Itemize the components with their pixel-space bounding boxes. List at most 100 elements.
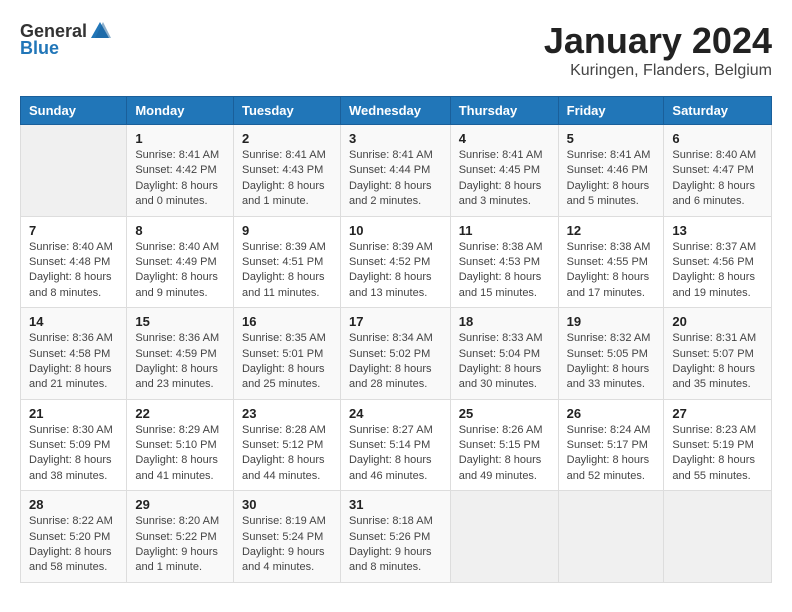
day-number: 20 (672, 314, 763, 329)
day-number: 29 (135, 497, 225, 512)
calendar-cell: 3Sunrise: 8:41 AMSunset: 4:44 PMDaylight… (340, 125, 450, 217)
calendar-cell: 22Sunrise: 8:29 AMSunset: 5:10 PMDayligh… (127, 399, 234, 491)
day-info: Sunrise: 8:41 AMSunset: 4:42 PMDaylight:… (135, 148, 225, 210)
calendar-cell: 23 Sunrise: 8:28 AMSunset: 5:12 PMDayligh… (233, 399, 340, 491)
day-number: 6 (672, 131, 763, 146)
day-info: Sunrise: 8:29 AMSunset: 5:10 PMDaylight:… (135, 423, 225, 485)
day-number: 3 (349, 131, 442, 146)
calendar-body: 1 Sunrise: 8:41 AMSunset: 4:42 PMDaylight… (21, 125, 772, 583)
location-title: Kuringen, Flanders, Belgium (544, 62, 772, 80)
day-info: Sunrise: 8:23 AMSunset: 5:19 PMDaylight:… (672, 423, 763, 485)
day-info: Sunrise: 8:31 AMSunset: 5:07 PMDaylight:… (672, 331, 763, 393)
day-number: 11 (459, 223, 550, 238)
header-sunday: Sunday (21, 97, 127, 125)
day-info: Sunrise: 8:40 AMSunset: 4:48 PMDaylight:… (29, 240, 118, 302)
day-number: 30 (242, 497, 332, 512)
day-info: Sunrise: 8:18 AMSunset: 5:26 PMDaylight:… (349, 514, 442, 576)
week-row-4: 28 Sunrise: 8:22 AMSunset: 5:20 PMDayligh… (21, 491, 772, 583)
day-info: Sunrise: 8:22 AMSunset: 5:20 PMDaylight:… (29, 514, 118, 576)
page-header: General Blue January 2024 Kuringen, Flan… (20, 20, 772, 80)
day-info: Sunrise: 8:40 AMSunset: 4:47 PMDaylight:… (672, 148, 763, 210)
calendar-cell: 29 Sunrise: 8:20 AMSunset: 5:22 PMDayligh… (127, 491, 234, 583)
header-wednesday: Wednesday (340, 97, 450, 125)
calendar-cell: 14Sunrise: 8:36 AMSunset: 4:58 PMDayligh… (21, 308, 127, 400)
day-info: Sunrise: 8:24 AMSunset: 5:17 PMDaylight:… (567, 423, 656, 485)
day-number: 16 (242, 314, 332, 329)
header-thursday: Thursday (450, 97, 558, 125)
day-info: Sunrise: 8:41 AMSunset: 4:45 PMDaylight:… (459, 148, 550, 210)
week-row-2: 14Sunrise: 8:36 AMSunset: 4:58 PMDayligh… (21, 308, 772, 400)
calendar-cell (558, 491, 664, 583)
calendar-cell: 19 Sunrise: 8:32 AMSunset: 5:05 PMDayligh… (558, 308, 664, 400)
day-number: 24 (349, 406, 442, 421)
day-number: 31 (349, 497, 442, 512)
logo-blue-text: Blue (20, 38, 59, 59)
week-row-3: 21Sunrise: 8:30 AMSunset: 5:09 PMDayligh… (21, 399, 772, 491)
calendar-cell: 20 Sunrise: 8:31 AMSunset: 5:07 PMDayligh… (664, 308, 772, 400)
calendar-cell: 7Sunrise: 8:40 AMSunset: 4:48 PMDaylight… (21, 216, 127, 308)
calendar-cell: 31 Sunrise: 8:18 AMSunset: 5:26 PMDayligh… (340, 491, 450, 583)
day-info: Sunrise: 8:20 AMSunset: 5:22 PMDaylight:… (135, 514, 225, 576)
calendar-cell: 6 Sunrise: 8:40 AMSunset: 4:47 PMDaylight… (664, 125, 772, 217)
day-number: 28 (29, 497, 118, 512)
calendar-cell: 8Sunrise: 8:40 AMSunset: 4:49 PMDaylight… (127, 216, 234, 308)
day-info: Sunrise: 8:30 AMSunset: 5:09 PMDaylight:… (29, 423, 118, 485)
day-info: Sunrise: 8:38 AMSunset: 4:53 PMDaylight:… (459, 240, 550, 302)
day-number: 4 (459, 131, 550, 146)
calendar-cell (450, 491, 558, 583)
header-tuesday: Tuesday (233, 97, 340, 125)
calendar-cell: 12 Sunrise: 8:38 AMSunset: 4:55 PMDayligh… (558, 216, 664, 308)
header-saturday: Saturday (664, 97, 772, 125)
day-info: Sunrise: 8:36 AMSunset: 4:58 PMDaylight:… (29, 331, 118, 393)
calendar-cell: 1 Sunrise: 8:41 AMSunset: 4:42 PMDaylight… (127, 125, 234, 217)
day-number: 23 (242, 406, 332, 421)
calendar-cell: 2 Sunrise: 8:41 AMSunset: 4:43 PMDaylight… (233, 125, 340, 217)
day-number: 1 (135, 131, 225, 146)
calendar-cell: 17 Sunrise: 8:34 AMSunset: 5:02 PMDayligh… (340, 308, 450, 400)
day-number: 10 (349, 223, 442, 238)
calendar-cell: 30 Sunrise: 8:19 AMSunset: 5:24 PMDayligh… (233, 491, 340, 583)
calendar-cell: 15 Sunrise: 8:36 AMSunset: 4:59 PMDayligh… (127, 308, 234, 400)
day-number: 9 (242, 223, 332, 238)
day-number: 12 (567, 223, 656, 238)
day-number: 2 (242, 131, 332, 146)
logo: General Blue (20, 20, 111, 59)
calendar-cell: 26 Sunrise: 8:24 AMSunset: 5:17 PMDayligh… (558, 399, 664, 491)
day-number: 26 (567, 406, 656, 421)
logo-icon (89, 20, 111, 42)
day-info: Sunrise: 8:19 AMSunset: 5:24 PMDaylight:… (242, 514, 332, 576)
calendar-cell: 11 Sunrise: 8:38 AMSunset: 4:53 PMDayligh… (450, 216, 558, 308)
day-info: Sunrise: 8:40 AMSunset: 4:49 PMDaylight:… (135, 240, 225, 302)
day-info: Sunrise: 8:28 AMSunset: 5:12 PMDaylight:… (242, 423, 332, 485)
calendar-table: SundayMondayTuesdayWednesdayThursdayFrid… (20, 96, 772, 583)
calendar-cell: 5Sunrise: 8:41 AMSunset: 4:46 PMDaylight… (558, 125, 664, 217)
day-info: Sunrise: 8:33 AMSunset: 5:04 PMDaylight:… (459, 331, 550, 393)
calendar-header-row: SundayMondayTuesdayWednesdayThursdayFrid… (21, 97, 772, 125)
day-info: Sunrise: 8:41 AMSunset: 4:43 PMDaylight:… (242, 148, 332, 210)
day-number: 15 (135, 314, 225, 329)
calendar-cell: 13Sunrise: 8:37 AMSunset: 4:56 PMDayligh… (664, 216, 772, 308)
day-info: Sunrise: 8:34 AMSunset: 5:02 PMDaylight:… (349, 331, 442, 393)
day-number: 25 (459, 406, 550, 421)
day-info: Sunrise: 8:35 AMSunset: 5:01 PMDaylight:… (242, 331, 332, 393)
calendar-cell: 16 Sunrise: 8:35 AMSunset: 5:01 PMDayligh… (233, 308, 340, 400)
month-title: January 2024 (544, 20, 772, 62)
day-number: 17 (349, 314, 442, 329)
day-info: Sunrise: 8:32 AMSunset: 5:05 PMDaylight:… (567, 331, 656, 393)
day-info: Sunrise: 8:36 AMSunset: 4:59 PMDaylight:… (135, 331, 225, 393)
day-info: Sunrise: 8:38 AMSunset: 4:55 PMDaylight:… (567, 240, 656, 302)
calendar-cell: 27 Sunrise: 8:23 AMSunset: 5:19 PMDayligh… (664, 399, 772, 491)
day-number: 19 (567, 314, 656, 329)
day-info: Sunrise: 8:26 AMSunset: 5:15 PMDaylight:… (459, 423, 550, 485)
day-info: Sunrise: 8:37 AMSunset: 4:56 PMDaylight:… (672, 240, 763, 302)
calendar-cell: 9Sunrise: 8:39 AMSunset: 4:51 PMDaylight… (233, 216, 340, 308)
calendar-cell: 18 Sunrise: 8:33 AMSunset: 5:04 PMDayligh… (450, 308, 558, 400)
week-row-1: 7Sunrise: 8:40 AMSunset: 4:48 PMDaylight… (21, 216, 772, 308)
day-number: 18 (459, 314, 550, 329)
header-friday: Friday (558, 97, 664, 125)
day-info: Sunrise: 8:39 AMSunset: 4:52 PMDaylight:… (349, 240, 442, 302)
calendar-cell: 25 Sunrise: 8:26 AMSunset: 5:15 PMDayligh… (450, 399, 558, 491)
day-info: Sunrise: 8:41 AMSunset: 4:46 PMDaylight:… (567, 148, 656, 210)
day-number: 27 (672, 406, 763, 421)
calendar-cell (21, 125, 127, 217)
